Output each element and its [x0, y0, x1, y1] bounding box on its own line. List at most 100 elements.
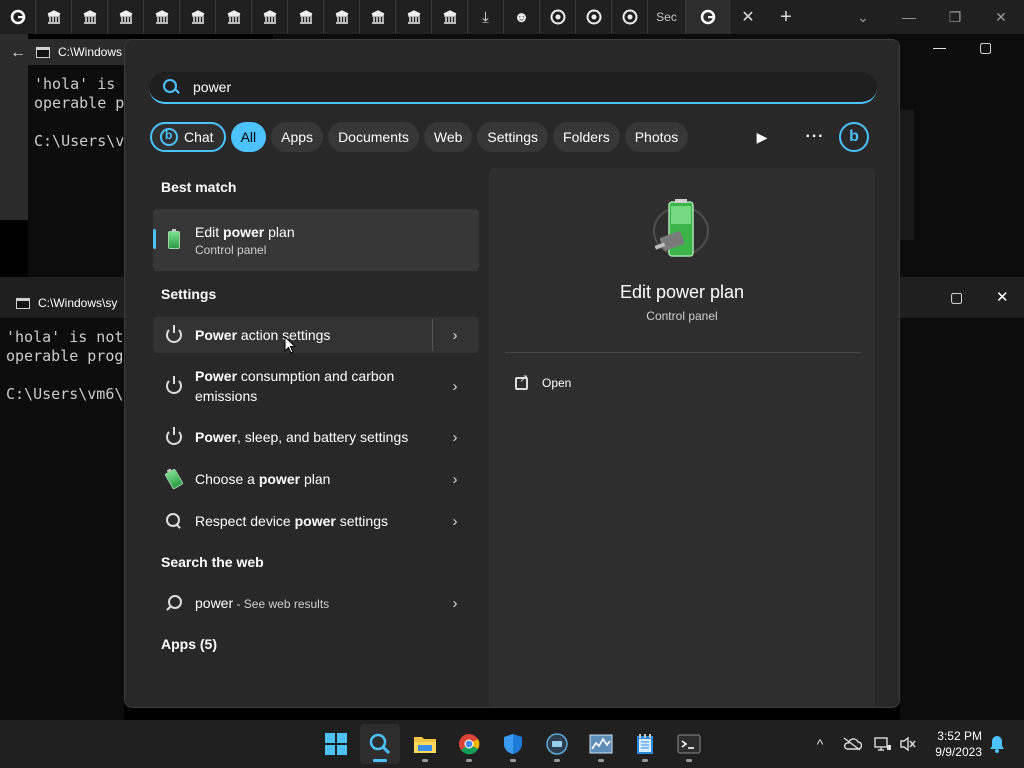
filter-documents[interactable]: Documents [328, 122, 419, 152]
more-filters-play-button[interactable]: ▶ [751, 126, 773, 148]
open-external-icon [515, 372, 528, 390]
tab-bank-6[interactable] [216, 0, 252, 34]
close-icon: ✕ [995, 8, 1007, 25]
minimize-icon: — [902, 9, 916, 25]
tab-bank-11[interactable] [396, 0, 432, 34]
chevron-right-icon[interactable]: › [449, 428, 461, 446]
minimize-button[interactable]: — [886, 0, 932, 34]
close-window-button[interactable]: ✕ [978, 0, 1024, 34]
taskbar-security[interactable] [493, 724, 533, 764]
back-arrow-icon[interactable]: ← [10, 44, 26, 62]
tab-sec[interactable]: Sec [648, 0, 686, 34]
volume-status[interactable] [897, 734, 919, 754]
chevron-right-icon[interactable]: › [449, 512, 461, 530]
tab-sec-label: Sec [656, 10, 677, 24]
search-input[interactable] [193, 79, 793, 95]
console-2-top-edge [0, 277, 125, 288]
chevron-right-icon[interactable]: › [449, 326, 461, 344]
new-tab-button[interactable]: + [766, 0, 806, 34]
result-respect-device-power[interactable]: Respect device power settings › [153, 503, 479, 539]
console-1-maximize-button[interactable]: ▢ [979, 39, 992, 56]
filter-label: Apps [281, 129, 314, 145]
bank-icon [191, 10, 204, 24]
console-1-body[interactable]: 'hola' is operable p C:\Users\v [28, 65, 125, 277]
console-2-maximize-button[interactable]: ▢ [950, 289, 963, 306]
tab-chrome-1[interactable] [540, 0, 576, 34]
tab-bank-12[interactable] [432, 0, 468, 34]
close-tab-button[interactable]: ✕ [730, 0, 766, 34]
tab-bank-10[interactable] [360, 0, 396, 34]
taskbar-chrome[interactable] [449, 724, 489, 764]
show-hidden-icons-button[interactable]: ^ [809, 734, 831, 754]
tab-download[interactable]: ⤓ [468, 0, 504, 34]
taskbar-resource-monitor[interactable] [581, 724, 621, 764]
tab-smiley[interactable]: ☻ [504, 0, 540, 34]
tab-chrome-2[interactable] [576, 0, 612, 34]
best-match-result[interactable]: Edit power plan Control panel [153, 209, 479, 271]
bank-icon [335, 10, 348, 24]
console-2-titlebar[interactable]: C:\Windows\sy [0, 288, 125, 318]
chevron-right-icon[interactable]: › [449, 594, 461, 612]
tab-bank-4[interactable] [144, 0, 180, 34]
filter-photos[interactable]: Photos [624, 122, 689, 152]
filter-web[interactable]: Web [423, 122, 473, 152]
search-box[interactable] [149, 72, 877, 104]
network-status[interactable] [872, 734, 894, 754]
apps-header[interactable]: Apps (5) [161, 636, 217, 652]
tab-search-button[interactable]: ⌄ [840, 0, 886, 34]
console-1-scrollbar[interactable] [900, 110, 914, 240]
console-line: 'hola' is [34, 75, 116, 93]
result-power-sleep-battery[interactable]: Power, sleep, and battery settings › [153, 419, 479, 455]
tab-bank-1[interactable] [36, 0, 72, 34]
taskbar-terminal[interactable] [669, 724, 709, 764]
bing-button[interactable]: b [839, 122, 869, 152]
taskbar-search-button[interactable] [360, 724, 400, 764]
onedrive-status[interactable] [841, 734, 863, 754]
tab-bank-9[interactable] [324, 0, 360, 34]
tab-bank-5[interactable] [180, 0, 216, 34]
console-2-close-button[interactable]: ✕ [996, 288, 1009, 306]
console-2-body[interactable]: 'hola' is not operable prog C:\Users\vm6… [0, 318, 124, 720]
tab-bank-7[interactable] [252, 0, 288, 34]
tab-chrome-3[interactable] [612, 0, 648, 34]
power-plan-large-icon [653, 199, 709, 257]
clock[interactable]: 3:52 PM 9/9/2023 [924, 728, 982, 760]
result-power-consumption[interactable]: Power consumption and carbon emissions › [153, 362, 479, 410]
chevron-right-icon[interactable]: › [449, 470, 461, 488]
result-text: , sleep, and battery settings [237, 429, 409, 445]
divider [505, 352, 861, 353]
start-button[interactable] [316, 724, 356, 764]
best-title-pre: Edit [195, 223, 224, 240]
tab-bank-2[interactable] [72, 0, 108, 34]
filter-all[interactable]: All [230, 122, 267, 152]
web-query: power [195, 595, 234, 611]
filter-chat[interactable]: Chat [150, 122, 226, 152]
filter-label: All [240, 129, 257, 145]
bing-chat-icon [160, 128, 178, 146]
chevron-right-icon[interactable]: › [449, 377, 461, 395]
open-action[interactable]: Open [515, 372, 571, 394]
taskbar-file-explorer[interactable] [405, 724, 445, 764]
more-options-button[interactable]: ··· [804, 126, 826, 148]
taskbar-app-circle[interactable] [537, 724, 577, 764]
filter-folders[interactable]: Folders [553, 122, 620, 152]
chevron-up-icon: ^ [816, 736, 824, 752]
filter-apps[interactable]: Apps [271, 122, 324, 152]
filter-settings[interactable]: Settings [477, 122, 549, 152]
result-power-action-settings[interactable]: Power action settings › [153, 317, 479, 353]
console-line: 'hola' is not [6, 328, 124, 346]
bank-icon [155, 10, 168, 24]
tab-google[interactable] [0, 0, 36, 34]
notifications-button[interactable] [986, 734, 1008, 754]
console-1-minimize-button[interactable]: — [933, 40, 946, 55]
result-choose-power-plan[interactable]: Choose a power plan › [153, 461, 479, 497]
network-icon [874, 737, 891, 751]
tab-google-active[interactable] [686, 0, 730, 34]
taskbar-notepad[interactable] [625, 724, 665, 764]
result-text-line2: emissions [195, 388, 258, 404]
restore-button[interactable]: ❐ [932, 0, 978, 34]
play-icon: ▶ [756, 128, 768, 145]
result-web-search[interactable]: power - See web results › [153, 585, 479, 621]
tab-bank-8[interactable] [288, 0, 324, 34]
tab-bank-3[interactable] [108, 0, 144, 34]
